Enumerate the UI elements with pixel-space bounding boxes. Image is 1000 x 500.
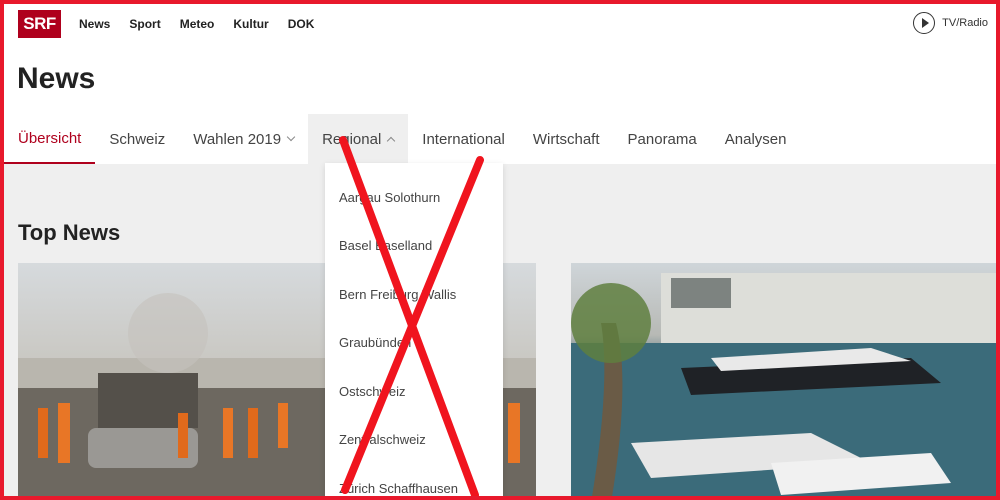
topnav-dok[interactable]: DOK <box>288 17 315 31</box>
dropdown-item-zentralschweiz[interactable]: Zentralschweiz <box>325 416 503 465</box>
page-title: News <box>17 62 96 95</box>
top-bar: SRF News Sport Meteo Kultur DOK <box>18 9 333 39</box>
topnav-meteo[interactable]: Meteo <box>180 17 215 31</box>
srf-logo[interactable]: SRF <box>18 10 61 38</box>
tv-radio-link[interactable]: TV/Radio <box>913 12 988 34</box>
dropdown-item-zuerich-schaffhausen[interactable]: Zürich Schaffhausen <box>325 464 503 500</box>
topnav-sport[interactable]: Sport <box>129 17 160 31</box>
dropdown-item-graubuenden[interactable]: Graubünden <box>325 319 503 368</box>
regional-dropdown: Aargau Solothurn Basel Baselland Bern Fr… <box>325 163 503 500</box>
tab-schweiz[interactable]: Schweiz <box>95 114 179 164</box>
tab-wirtschaft[interactable]: Wirtschaft <box>519 114 614 164</box>
play-icon <box>913 12 936 34</box>
tab-uebersicht[interactable]: Übersicht <box>4 114 96 164</box>
dropdown-item-bern-freiburg-wallis[interactable]: Bern Freiburg Wallis <box>325 270 503 319</box>
news-card-image-2[interactable] <box>571 263 1000 500</box>
topnav-kultur[interactable]: Kultur <box>233 17 268 31</box>
dropdown-item-aargau-solothurn[interactable]: Aargau Solothurn <box>325 173 503 222</box>
section-nav: Übersicht Schweiz Wahlen 2019 Regional I… <box>4 114 800 164</box>
site-header: SRF News Sport Meteo Kultur DOK TV/Radio… <box>4 4 996 164</box>
tab-panorama[interactable]: Panorama <box>614 114 711 164</box>
tab-regional[interactable]: Regional <box>308 114 409 164</box>
section-title: Top News <box>18 220 121 245</box>
tab-international[interactable]: International <box>408 114 519 164</box>
dropdown-item-basel-baselland[interactable]: Basel Baselland <box>325 222 503 271</box>
tab-wahlen-2019[interactable]: Wahlen 2019 <box>179 114 308 164</box>
news-photo-2 <box>571 273 1000 500</box>
chevron-up-icon <box>387 136 396 146</box>
topnav-news[interactable]: News <box>79 17 110 31</box>
chevron-down-icon <box>286 132 296 142</box>
tab-analysen[interactable]: Analysen <box>711 114 801 164</box>
tv-radio-label: TV/Radio <box>942 17 988 29</box>
top-nav: News Sport Meteo Kultur DOK <box>79 17 333 31</box>
dropdown-item-ostschweiz[interactable]: Ostschweiz <box>325 367 503 416</box>
